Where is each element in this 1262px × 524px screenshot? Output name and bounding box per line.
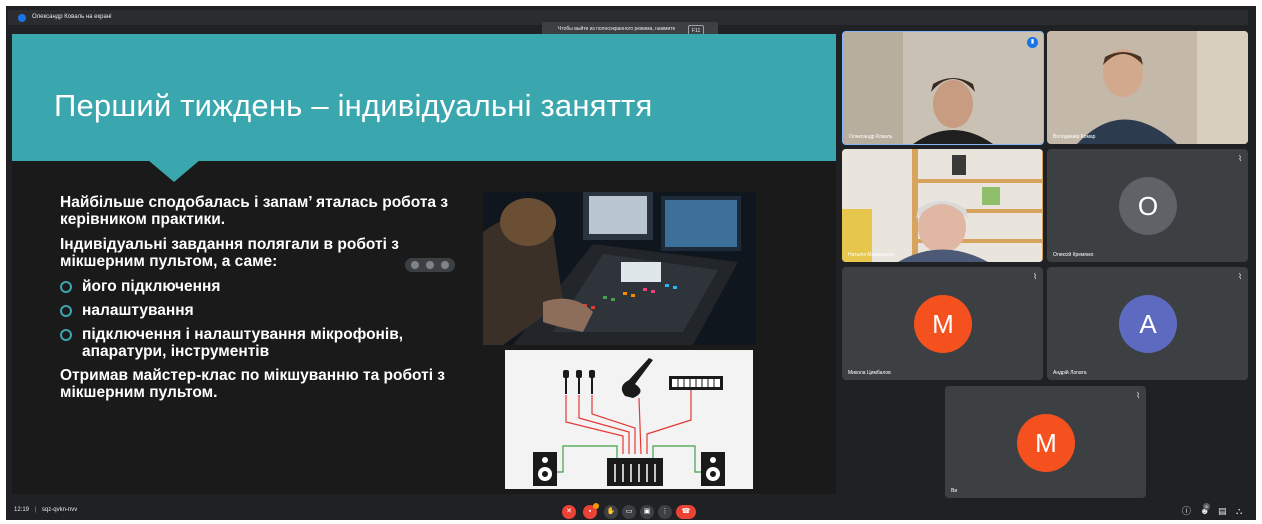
people-count-badge: 8 xyxy=(1203,503,1210,510)
slide-closing: Отримав майстер-клас по мікшуванню та ро… xyxy=(60,367,446,401)
camera-feed xyxy=(843,32,1043,144)
participant-tile[interactable]: ⌇ O Олексій Кремінко xyxy=(1047,149,1248,262)
mic-off-icon[interactable]: ✕ xyxy=(562,505,576,519)
avatar: A xyxy=(1119,295,1177,353)
meeting-time: 12:19 xyxy=(14,507,30,513)
mini-pin-icon[interactable] xyxy=(426,261,434,269)
slide-body: Найбільше сподобалась і запам’ яталась р… xyxy=(60,194,480,409)
end-call-icon[interactable]: ☎ xyxy=(676,505,696,519)
captions-icon[interactable]: ▭ xyxy=(622,505,636,519)
presenter-label: Олександр Коваль на екрані xyxy=(32,14,112,20)
avatar: O xyxy=(1119,177,1177,235)
participant-name: Володимир Комар xyxy=(1053,134,1096,140)
slide-bullet: налаштування xyxy=(60,302,480,319)
presenting-icon xyxy=(18,14,26,22)
bullet-circle-icon xyxy=(60,329,72,341)
banner-notch xyxy=(148,160,200,182)
avatar: M xyxy=(1017,414,1075,472)
slide-bullet: його підключення xyxy=(60,278,480,295)
camera-feed xyxy=(842,149,1043,262)
audio-routing-diagram xyxy=(505,350,753,489)
participant-name: Олександр Коваль xyxy=(849,134,893,140)
participant-name: Андрій Лопата xyxy=(1053,370,1087,376)
fullscreen-hint-text: Чтобы выйти из полноэкранного режима, на… xyxy=(558,26,676,32)
bullet-circle-icon xyxy=(60,281,72,293)
bullet-text: налаштування xyxy=(82,302,194,319)
participant-name: Ви xyxy=(951,488,958,494)
camera-feed xyxy=(1047,31,1248,144)
presentation-slide[interactable]: Перший тиждень – індивідуальні заняття Н… xyxy=(12,34,836,494)
bullet-text: підключення і налаштування мікрофонів, а… xyxy=(82,326,404,360)
chat-icon[interactable]: ▤ xyxy=(1218,506,1227,517)
mic-off-icon: ⌇ xyxy=(1238,272,1242,281)
info-icon[interactable]: ⓘ xyxy=(1182,506,1191,517)
speaking-indicator-icon: ▮ xyxy=(1027,37,1038,48)
camera-warning-badge xyxy=(593,503,599,509)
mini-mic-icon[interactable] xyxy=(411,261,419,269)
participant-tile[interactable]: ⌇ M Микола Цимбалов xyxy=(842,267,1043,380)
participant-name: Наталія Марищенко xyxy=(848,252,895,258)
present-icon[interactable]: ▣ xyxy=(640,505,654,519)
mixing-console-photo xyxy=(483,192,756,345)
raise-hand-icon[interactable]: ✋ xyxy=(604,505,618,519)
participant-name: Микола Цимбалов xyxy=(848,370,891,376)
meeting-code: sqz-qvkn-nvv xyxy=(41,507,78,513)
participant-tile[interactable]: Наталія Марищенко xyxy=(842,149,1043,262)
slide-bullet: підключення і налаштування мікрофонів, а… xyxy=(60,326,480,360)
mic-off-icon: ⌇ xyxy=(1238,154,1242,163)
participant-tile[interactable]: ⌇ A Андрій Лопата xyxy=(1047,267,1248,380)
slide-paragraph: Найбільше сподобалась і запам’ яталась р… xyxy=(60,194,449,228)
participant-name: Олексій Кремінко xyxy=(1053,252,1094,258)
activities-icon[interactable]: ⛬ xyxy=(1236,506,1242,517)
avatar: M xyxy=(914,295,972,353)
participant-tile-self[interactable]: ⌇ M Ви xyxy=(945,386,1146,498)
meeting-control-bar: 12:19 | sqz-qvkn-nvv ✕ ▪ ✋ ▭ ▣ ⋮ ☎ ⓘ ☻ 8… xyxy=(6,503,1256,520)
participant-tile[interactable]: ▮ Олександр Коваль xyxy=(842,31,1044,145)
slide-banner: Перший тиждень – індивідуальні заняття xyxy=(12,34,836,161)
separator: | xyxy=(34,507,37,513)
meet-window: Олександр Коваль на екрані Чтобы выйти и… xyxy=(6,6,1256,520)
bullet-text: його підключення xyxy=(82,278,221,295)
participant-tile[interactable]: Володимир Комар xyxy=(1047,31,1248,144)
mini-more-icon[interactable] xyxy=(441,261,449,269)
bullet-circle-icon xyxy=(60,305,72,317)
more-options-icon[interactable]: ⋮ xyxy=(658,505,672,519)
slide-title: Перший тиждень – індивідуальні заняття xyxy=(54,88,653,123)
meeting-time-and-code: 12:19 | sqz-qvkn-nvv xyxy=(14,507,77,513)
presentation-mini-controls[interactable] xyxy=(405,258,455,272)
mic-off-icon: ⌇ xyxy=(1136,391,1140,400)
mic-off-icon: ⌇ xyxy=(1033,272,1037,281)
